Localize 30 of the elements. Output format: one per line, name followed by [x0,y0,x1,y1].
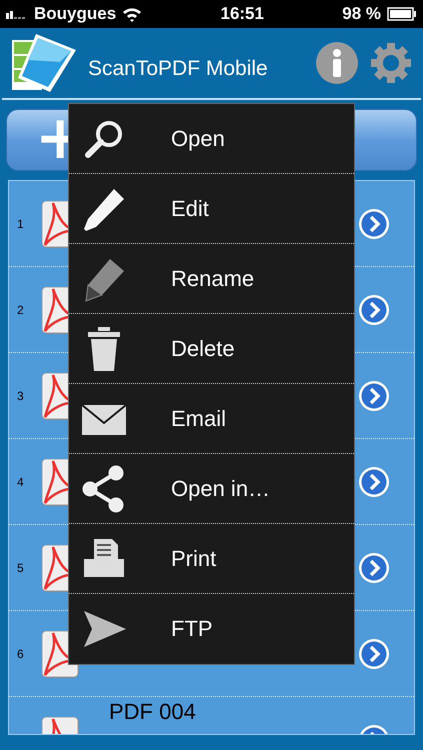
row-number: 4 [16,474,25,488]
disclosure-button[interactable] [358,552,390,584]
row-number: 6 [16,646,25,660]
disclosure-button[interactable] [358,638,390,670]
battery-percent: 98 % [342,4,382,24]
app-logo-icon [10,32,78,94]
disclosure-button[interactable] [358,380,390,412]
menu-item[interactable]: Email [69,384,354,454]
menu-item[interactable]: Open [69,104,354,174]
disclosure-button[interactable] [358,294,390,326]
carrier-name: Bouygues [34,4,116,24]
menu-item[interactable]: Print [69,524,354,594]
menu-item[interactable]: Delete [69,314,354,384]
row-number: 1 [16,216,25,230]
menu-item[interactable]: Edit [69,174,354,244]
row-number: 2 [16,302,25,316]
row-number: 3 [16,388,25,402]
row-number: 5 [16,560,25,574]
menu-item[interactable]: Open in… [69,454,354,524]
wifi-icon [122,6,142,22]
disclosure-button[interactable] [358,208,390,240]
info-icon[interactable] [315,41,359,85]
app-title: ScanToPDF Mobile [88,56,269,81]
battery-icon [387,7,418,21]
disclosure-button[interactable] [358,466,390,498]
menu-item[interactable]: FTP [69,594,354,664]
signal-icon [6,9,28,19]
document-title: PDF 004 [109,698,197,725]
menu-item[interactable]: Rename [69,244,354,314]
clock-time: 16:51 [220,4,264,24]
